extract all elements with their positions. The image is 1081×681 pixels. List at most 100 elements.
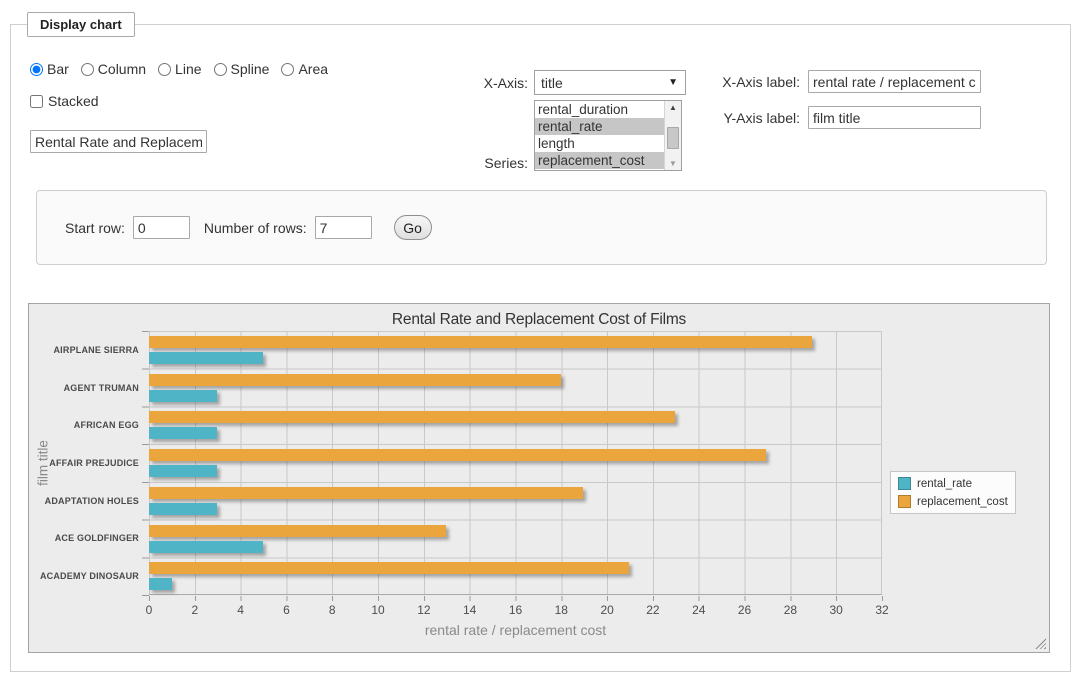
chart-type-radio-line[interactable] <box>158 63 171 76</box>
go-button[interactable]: Go <box>394 215 432 240</box>
series-label: Series: <box>466 155 528 171</box>
chart-type-label-area[interactable]: Area <box>298 61 328 77</box>
series-options: rental_durationrental_ratelengthreplacem… <box>535 101 664 170</box>
x-tick-label: 14 <box>463 603 476 617</box>
chart-type-radio-group: Bar Column Line Spline Area <box>30 61 336 77</box>
x-axis-label-row: X-Axis label: <box>720 70 981 93</box>
bar-rental_rate <box>149 541 263 553</box>
chart-type-radio-area[interactable] <box>281 63 294 76</box>
chart-type-label-column[interactable]: Column <box>98 61 146 77</box>
num-rows-input[interactable] <box>315 216 372 239</box>
x-tick-label: 28 <box>784 603 797 617</box>
scroll-up-icon[interactable]: ▲ <box>665 103 681 112</box>
x-tick-label: 8 <box>329 603 336 617</box>
x-tick-label: 24 <box>692 603 705 617</box>
chart-title-input[interactable] <box>30 130 207 153</box>
bar-rental_rate <box>149 427 217 439</box>
chart-type-label-line[interactable]: Line <box>175 61 201 77</box>
bar-replacement_cost <box>149 336 812 348</box>
x-tick-label: 30 <box>830 603 843 617</box>
chevron-down-icon: ▼ <box>668 77 678 88</box>
x-tick-label: 18 <box>555 603 568 617</box>
bar-replacement_cost <box>149 374 561 386</box>
chart-legend: rental_rate replacement_cost <box>890 471 1016 514</box>
chart-type-label-spline[interactable]: Spline <box>231 61 270 77</box>
series-listbox[interactable]: rental_durationrental_ratelengthreplacem… <box>534 100 682 171</box>
legend-item-replacement_cost: replacement_cost <box>898 495 1008 508</box>
bar-rental_rate <box>149 390 217 402</box>
plot-area <box>149 331 882 595</box>
stacked-label[interactable]: Stacked <box>48 93 99 109</box>
start-row-input[interactable] <box>133 216 190 239</box>
start-row-label: Start row: <box>65 220 125 236</box>
bar-replacement_cost <box>149 411 675 423</box>
x-tick-label: 16 <box>509 603 522 617</box>
bar-replacement_cost <box>149 525 446 537</box>
category-label: ACADEMY DINOSAUR <box>29 557 139 595</box>
category-label: ADAPTATION HOLES <box>29 482 139 520</box>
x-axis-select[interactable]: title ▼ <box>534 70 686 95</box>
x-axis-ticks <box>149 596 883 601</box>
x-tick-labels: 02468101214161820222426283032 <box>149 603 882 617</box>
x-tick-label: 22 <box>646 603 659 617</box>
x-axis-title: rental rate / replacement cost <box>149 622 882 638</box>
category-label: AGENT TRUMAN <box>29 369 139 407</box>
bar-group-5 <box>149 482 881 520</box>
pager-panel: Start row: Number of rows: Go <box>36 190 1047 265</box>
bar-rental_rate <box>149 503 217 515</box>
bar-group-3 <box>149 406 881 444</box>
x-tick-label: 2 <box>191 603 198 617</box>
x-tick-label: 20 <box>600 603 613 617</box>
bar-group-1 <box>149 331 881 369</box>
x-tick-label: 10 <box>371 603 384 617</box>
display-chart-fieldset: Display chart Bar Column Line Spline Area St… <box>10 12 1071 672</box>
legend-swatch-rental_rate <box>898 477 911 490</box>
panel-content: Bar Column Line Spline Area Stacked X-Axis: … <box>11 37 1070 673</box>
resize-grip-icon[interactable] <box>1035 638 1046 649</box>
x-axis-select-label: X-Axis: <box>466 75 528 91</box>
x-axis-row: X-Axis: title ▼ <box>466 70 686 95</box>
legend-swatch-replacement_cost <box>898 495 911 508</box>
x-axis-label-caption: X-Axis label: <box>720 74 800 90</box>
bar-rental_rate <box>149 465 217 477</box>
bar-replacement_cost <box>149 487 583 499</box>
listbox-scrollbar[interactable]: ▲ ▼ <box>664 101 681 170</box>
scroll-down-icon[interactable]: ▼ <box>665 159 681 168</box>
category-label: AFFAIR PREJUDICE <box>29 444 139 482</box>
y-axis-ticks <box>142 331 149 597</box>
chart-type-radio-spline[interactable] <box>214 63 227 76</box>
series-option-rental_duration[interactable]: rental_duration <box>535 101 664 118</box>
display-chart-legend: Display chart <box>27 12 135 37</box>
category-labels: AIRPLANE SIERRAAGENT TRUMANAFRICAN EGGAF… <box>29 331 139 595</box>
bar-rental_rate <box>149 578 172 590</box>
bar-replacement_cost <box>149 562 629 574</box>
series-option-rental_rate[interactable]: rental_rate <box>535 118 664 135</box>
stacked-checkbox[interactable] <box>30 95 43 108</box>
y-axis-label-row: Y-Axis label: <box>720 106 981 129</box>
series-option-replacement_cost[interactable]: replacement_cost <box>535 152 664 169</box>
chart-type-label-bar[interactable]: Bar <box>47 61 69 77</box>
legend-label-replacement_cost: replacement_cost <box>917 496 1008 508</box>
x-axis-label-input[interactable] <box>808 70 981 93</box>
x-tick-label: 4 <box>237 603 244 617</box>
legend-label-rental_rate: rental_rate <box>917 478 972 490</box>
x-axis-selected-value: title <box>541 75 563 91</box>
chart-type-radio-bar[interactable] <box>30 63 43 76</box>
category-label: AIRPLANE SIERRA <box>29 331 139 369</box>
scrollbar-thumb[interactable] <box>667 127 679 149</box>
bar-group-2 <box>149 369 881 407</box>
x-tick-label: 26 <box>738 603 751 617</box>
category-label: AFRICAN EGG <box>29 406 139 444</box>
bar-group-6 <box>149 520 881 558</box>
series-option-length[interactable]: length <box>535 135 664 152</box>
chart-title: Rental Rate and Replacement Cost of Film… <box>29 311 1049 329</box>
x-tick-label: 12 <box>417 603 430 617</box>
chart-type-radio-column[interactable] <box>81 63 94 76</box>
category-label: ACE GOLDFINGER <box>29 520 139 558</box>
bar-group-4 <box>149 444 881 482</box>
y-axis-label-input[interactable] <box>808 106 981 129</box>
legend-item-rental_rate: rental_rate <box>898 477 1008 490</box>
x-tick-label: 32 <box>875 603 888 617</box>
num-rows-label: Number of rows: <box>204 220 307 236</box>
x-tick-label: 6 <box>283 603 290 617</box>
